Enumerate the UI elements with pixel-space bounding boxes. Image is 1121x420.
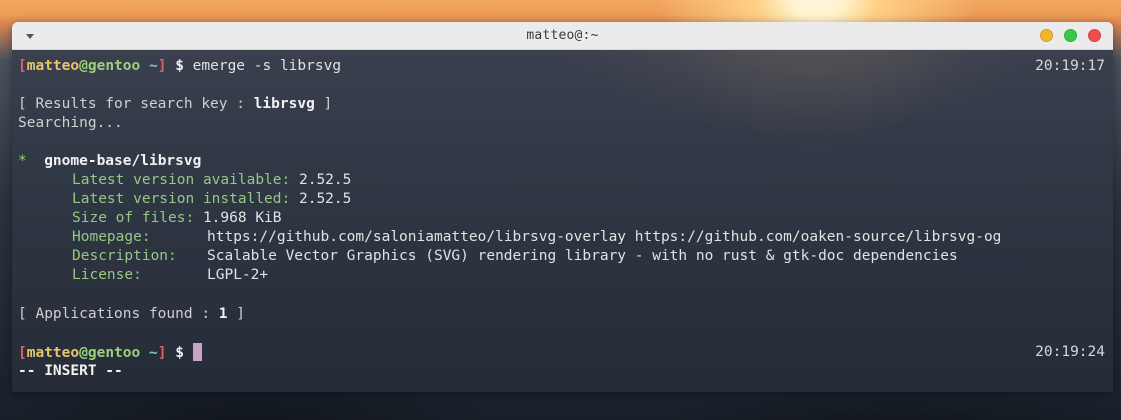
text-cursor[interactable] xyxy=(192,343,202,361)
close-button[interactable] xyxy=(1088,29,1101,42)
prompt-at: @ xyxy=(79,345,88,361)
field-value: 2.52.5 xyxy=(298,172,352,188)
search-key: librsvg xyxy=(253,96,315,112)
field-row: Description: Scalable Vector Graphics (SV… xyxy=(72,247,958,266)
prompt-close-bracket: ] xyxy=(157,345,167,361)
field-row: Latest version installed: 2.52.5 xyxy=(72,190,351,209)
field-value: LGPL-2+ xyxy=(207,267,269,283)
command-text: emerge -s librsvg xyxy=(192,58,342,74)
results-prefix: [ Results for search key : xyxy=(18,96,254,112)
prompt-line: [matteo@gentoo ~] $ emerge -s librsvg xyxy=(18,57,341,76)
terminal-content[interactable]: [matteo@gentoo ~] $ emerge -s librsvg 20… xyxy=(12,50,1113,392)
results-suffix: ] xyxy=(314,96,333,112)
prompt-symbol: $ xyxy=(175,345,184,361)
package-star: * xyxy=(18,153,27,169)
prompt-close-bracket: ] xyxy=(157,58,167,74)
maximize-button[interactable] xyxy=(1064,29,1077,42)
field-label: Size of files: xyxy=(72,210,195,226)
command-timestamp: 20:19:17 xyxy=(1035,58,1105,74)
apps-found-line: [ Applications found : 1 ] xyxy=(18,305,245,324)
field-value[interactable]: https://github.com/saloniamatteo/librsvg… xyxy=(207,229,1001,245)
prompt-line: [matteo@gentoo ~] $ xyxy=(18,343,202,362)
results-header: [ Results for search key : librsvg ] xyxy=(18,95,332,114)
prompt-user: matteo xyxy=(26,58,80,74)
terminal-window: matteo@:~ [matteo@gentoo ~] $ emerge -s … xyxy=(12,22,1113,392)
field-value: Scalable Vector Graphics (SVG) rendering… xyxy=(207,248,958,264)
prompt-user: matteo xyxy=(26,345,80,361)
prompt-path: ~ xyxy=(148,58,158,74)
package-name: gnome-base/librsvg xyxy=(44,153,202,169)
field-row: Latest version available: 2.52.5 xyxy=(72,171,351,190)
command-timestamp: 20:19:24 xyxy=(1035,344,1105,360)
package-line: * gnome-base/librsvg xyxy=(18,152,201,171)
vi-mode-status: -- INSERT -- xyxy=(18,363,123,379)
field-value: 1.968 KiB xyxy=(202,210,282,226)
window-title: matteo@:~ xyxy=(526,28,599,43)
prompt-at: @ xyxy=(79,58,88,74)
prompt-open-bracket: [ xyxy=(18,58,27,74)
field-label: Description: xyxy=(72,248,177,264)
apps-prefix: [ Applications found : xyxy=(18,306,219,322)
field-label: Homepage: xyxy=(72,229,151,245)
prompt-host: gentoo xyxy=(87,345,141,361)
apps-suffix: ] xyxy=(227,306,245,322)
searching-text: Searching... xyxy=(18,115,123,131)
field-label: Latest version installed: xyxy=(72,191,291,207)
field-label: Latest version available: xyxy=(72,172,291,188)
field-row: License: LGPL-2+ xyxy=(72,266,268,285)
field-row: Size of files: 1.968 KiB xyxy=(72,209,282,228)
prompt-open-bracket: [ xyxy=(18,345,27,361)
field-row: Homepage: https://github.com/saloniamatte… xyxy=(72,228,1001,247)
field-label: License: xyxy=(72,267,142,283)
minimize-button[interactable] xyxy=(1040,29,1053,42)
field-value: 2.52.5 xyxy=(298,191,352,207)
prompt-symbol: $ xyxy=(175,58,184,74)
prompt-path: ~ xyxy=(148,345,158,361)
apps-count: 1 xyxy=(218,306,228,322)
title-bar[interactable]: matteo@:~ xyxy=(12,22,1113,50)
prompt-host: gentoo xyxy=(87,58,141,74)
